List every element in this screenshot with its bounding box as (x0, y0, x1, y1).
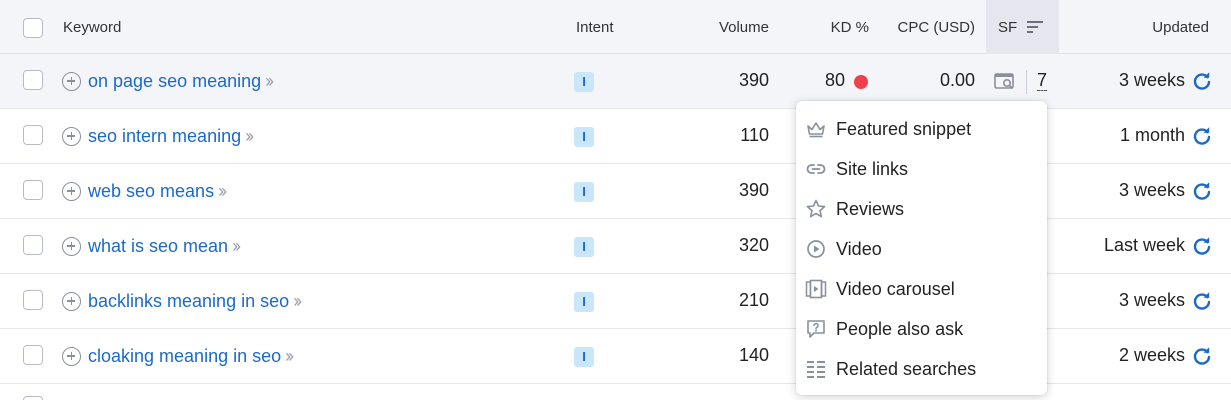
serp-preview-icon[interactable] (994, 72, 1016, 92)
serp-feature-people-also-ask[interactable]: People also ask (796, 309, 1047, 349)
keyword-link[interactable]: seo intern meaning (88, 126, 241, 147)
updated-value: Last week (1103, 235, 1185, 255)
intent-badge[interactable]: I (574, 292, 594, 312)
row-checkbox[interactable] (23, 345, 43, 365)
refresh-icon[interactable] (1192, 291, 1212, 311)
keyword-link[interactable]: what is seo mean (88, 236, 228, 257)
volume-value: 210 (738, 290, 769, 310)
crown-icon (807, 122, 825, 138)
volume-value: 320 (738, 235, 769, 255)
link-icon (806, 164, 826, 174)
serp-features-popup: Featured snippet Site links Reviews Vide… (796, 101, 1047, 395)
keyword-cell: on page seo meaning ›› (62, 54, 274, 108)
keyword-cell: backlinks meaning in seo ›› (62, 274, 302, 328)
header-keyword[interactable]: Keyword (63, 19, 121, 36)
refresh-icon[interactable] (1192, 126, 1212, 146)
table-row: on page seo meaning ›› I 390 80 0.00 7 3… (0, 54, 1231, 109)
add-keyword-icon[interactable] (62, 71, 81, 91)
keyword-link[interactable]: backlinks meaning in seo (88, 291, 289, 312)
updated-value: 3 weeks (1118, 70, 1185, 90)
volume-value: 140 (738, 345, 769, 365)
intent-badge[interactable]: I (574, 127, 594, 147)
sf-separator (1026, 70, 1027, 94)
header-sf[interactable]: SF (998, 19, 1017, 36)
row-checkbox[interactable] (23, 180, 43, 200)
refresh-icon[interactable] (1192, 181, 1212, 201)
play-icon (807, 240, 825, 258)
volume-value: 390 (738, 70, 769, 90)
row-checkbox[interactable] (23, 235, 43, 255)
keyword-cell: cloaking meaning in seo ›› (62, 329, 294, 383)
keyword-link[interactable]: cloaking meaning in seo (88, 346, 281, 367)
double-chevron-icon[interactable]: ›› (293, 291, 302, 312)
add-keyword-icon[interactable] (62, 346, 81, 366)
header-cpc[interactable]: CPC (USD) (898, 19, 976, 36)
keyword-link[interactable]: on page seo meaning (88, 71, 261, 92)
serp-feature-reviews[interactable]: Reviews (796, 189, 1047, 229)
updated-value: 2 weeks (1118, 345, 1185, 365)
updated-value: 3 weeks (1118, 180, 1185, 200)
double-chevron-icon[interactable]: ›› (218, 181, 227, 202)
refresh-icon[interactable] (1192, 71, 1212, 91)
question-icon (807, 320, 825, 338)
updated-value: 1 month (1119, 125, 1185, 145)
row-checkbox[interactable] (23, 396, 43, 400)
header-intent[interactable]: Intent (576, 19, 614, 36)
add-keyword-icon[interactable] (62, 126, 81, 146)
updated-value: 3 weeks (1118, 290, 1185, 310)
serp-feature-label: Reviews (836, 199, 905, 219)
sf-count[interactable]: 7 (1037, 70, 1048, 91)
add-keyword-icon[interactable] (62, 291, 81, 311)
video-carousel-icon (805, 279, 827, 299)
double-chevron-icon[interactable]: ›› (285, 346, 294, 367)
serp-feature-site-links[interactable]: Site links (796, 149, 1047, 189)
double-chevron-icon[interactable]: ›› (245, 126, 254, 147)
select-all-checkbox[interactable] (23, 18, 43, 38)
cpc-value: 0.00 (939, 70, 975, 90)
keyword-cell: web seo means ›› (62, 164, 227, 218)
intent-badge[interactable]: I (574, 72, 594, 92)
list-icon (807, 361, 825, 378)
keyword-cell: what is seo mean ›› (62, 219, 241, 273)
serp-feature-video[interactable]: Video (796, 229, 1047, 269)
double-chevron-icon[interactable]: ›› (232, 236, 241, 257)
keyword-cell: seo intern meaning ›› (62, 109, 254, 163)
serp-feature-label: Featured snippet (836, 119, 972, 139)
serp-feature-related-searches[interactable]: Related searches (796, 349, 1047, 389)
keyword-link[interactable]: web seo means (88, 181, 214, 202)
refresh-icon[interactable] (1192, 236, 1212, 256)
table-header: Keyword Intent Volume KD % CPC (USD) SF … (0, 0, 1231, 54)
header-kd[interactable]: KD % (831, 19, 869, 36)
serp-feature-featured-snippet[interactable]: Featured snippet (796, 109, 1047, 149)
intent-badge[interactable]: I (574, 347, 594, 367)
header-volume[interactable]: Volume (719, 19, 769, 36)
serp-feature-label: People also ask (836, 319, 964, 339)
double-chevron-icon[interactable]: ›› (265, 71, 274, 92)
intent-badge[interactable]: I (574, 237, 594, 257)
serp-feature-video-carousel[interactable]: Video carousel (796, 269, 1047, 309)
intent-badge[interactable]: I (574, 182, 594, 202)
serp-feature-label: Related searches (836, 359, 977, 379)
serp-feature-label: Video carousel (836, 279, 955, 299)
add-keyword-icon[interactable] (62, 181, 81, 201)
row-checkbox[interactable] (23, 290, 43, 310)
serp-feature-label: Site links (836, 159, 909, 179)
kd-difficulty-dot (854, 75, 868, 89)
row-checkbox[interactable] (23, 70, 43, 90)
volume-value: 110 (740, 125, 769, 145)
sort-icon[interactable] (1027, 21, 1043, 33)
kd-value: 80 (824, 70, 845, 90)
serp-feature-label: Video (836, 239, 882, 259)
add-keyword-icon[interactable] (62, 236, 81, 256)
star-icon (806, 199, 826, 218)
refresh-icon[interactable] (1192, 346, 1212, 366)
sf-column-header-bg (986, 0, 1059, 54)
header-updated[interactable]: Updated (1152, 19, 1209, 36)
volume-value: 390 (738, 180, 769, 200)
row-checkbox[interactable] (23, 125, 43, 145)
